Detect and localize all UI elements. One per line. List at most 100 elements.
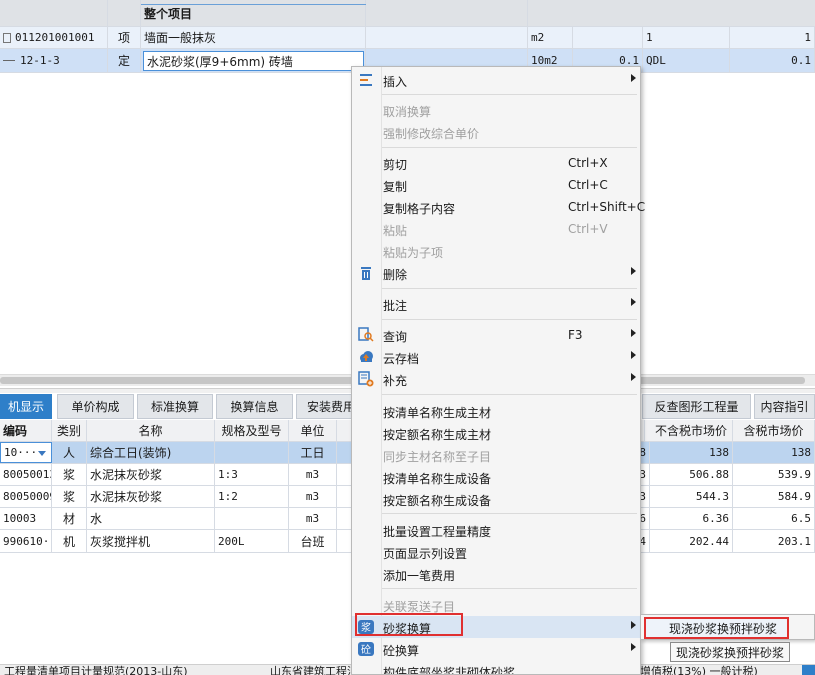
menu-label: 复制: [383, 180, 408, 194]
menu-item-copy[interactable]: 复制 Ctrl+C: [352, 174, 640, 196]
submenu-item-cast-to-ready-mix[interactable]: 现浇砂浆换预拌砂浆: [644, 617, 789, 639]
header-price-ex[interactable]: 不含税市场价: [650, 420, 733, 441]
menu-shortcut: Ctrl+C: [568, 178, 608, 192]
row1-code: 011201001001: [0, 27, 108, 48]
menu-item-gen-equip-by-list[interactable]: 按清单名称生成设备: [352, 466, 640, 488]
row2-last: 0.1: [730, 49, 815, 72]
bottom-row5-type: 机: [52, 530, 87, 552]
header-type[interactable]: 类别: [52, 420, 87, 441]
tab-reverse-check[interactable]: 反查图形工程量: [642, 394, 751, 419]
tab-content-guide[interactable]: 内容指引: [754, 394, 815, 419]
menu-item-force-modify-price[interactable]: 强制修改综合单价: [352, 121, 640, 143]
menu-item-page-columns[interactable]: 页面显示列设置: [352, 541, 640, 563]
supplement-icon: [358, 371, 374, 387]
tab-standard-conversion[interactable]: 标准换算: [137, 394, 213, 419]
menu-item-copy-cell[interactable]: 复制格子内容 Ctrl+Shift+C: [352, 196, 645, 218]
menu-label: 删除: [383, 268, 408, 282]
menu-item-paste[interactable]: 粘贴 Ctrl+V: [352, 218, 640, 240]
tab-label: 反查图形工程量: [654, 400, 739, 414]
status-indicator: [802, 665, 815, 675]
bottom-row4-unit: m3: [289, 508, 337, 529]
context-menu: 插入 取消换算 强制修改综合单价 剪切 Ctrl+X 复制 Ctrl+C 复制格子内…: [351, 66, 645, 675]
menu-item-cancel-conversion[interactable]: 取消换算: [352, 99, 640, 121]
tab-machine-display[interactable]: 机显示: [0, 394, 52, 419]
bottom-row1-spec: [215, 442, 289, 463]
menu-label: 按定额名称生成主材: [383, 428, 492, 442]
menu-item-insert[interactable]: 插入: [352, 69, 640, 91]
bottom-row5-spec: 200L: [215, 530, 289, 552]
bottom-row1-code-editor[interactable]: 10···: [0, 442, 52, 463]
menu-separator: [382, 147, 637, 148]
menu-item-cut[interactable]: 剪切 Ctrl+X: [352, 152, 640, 174]
row2-code-text: 12-1-3: [20, 54, 60, 67]
submenu-arrow-icon: [631, 74, 636, 82]
tab-label: 内容指引: [760, 400, 809, 414]
tab-conversion-info[interactable]: 换算信息: [216, 394, 293, 419]
menu-item-gen-equip-by-quota[interactable]: 按定额名称生成设备: [352, 488, 640, 510]
menu-label: 粘贴: [383, 224, 408, 238]
menu-item-supplement[interactable]: 补充: [352, 368, 640, 390]
bottom-row2-spec: 1:3: [215, 464, 289, 485]
cloud-upload-icon: [358, 349, 374, 365]
dropdown-arrow-icon[interactable]: [38, 451, 46, 456]
row1-type: 项: [108, 27, 141, 48]
header-code[interactable]: 编码: [0, 420, 52, 441]
bottom-row1-price-ex: 138: [650, 442, 733, 463]
tab-label: 标准换算: [150, 400, 199, 414]
bottom-row2-price-in: 539.9: [733, 464, 815, 485]
bottom-row5-name: 灰浆搅拌机: [87, 530, 215, 552]
table-row[interactable]: 011201001001 项 墙面一般抹灰 m2 1 1: [0, 27, 815, 49]
menu-item-concrete-conversion[interactable]: 砼 砼换算: [352, 638, 640, 660]
menu-label: 复制格子内容: [383, 202, 456, 216]
header-spec[interactable]: 规格及型号: [215, 420, 289, 441]
tab-unit-price[interactable]: 单价构成: [57, 394, 134, 419]
tab-label: 安装费用: [306, 400, 355, 414]
status-tax: 增值税(13%) 一般计税): [640, 665, 758, 675]
tooltip-text: 现浇砂浆换预拌砂浆: [675, 645, 784, 660]
menu-shortcut: Ctrl+Shift+C: [568, 200, 646, 214]
menu-item-sync-main-to-child[interactable]: 同步主材名称至子目: [352, 444, 640, 466]
menu-item-paste-as-child[interactable]: 粘贴为子项: [352, 240, 640, 262]
menu-label: 粘贴为子项: [383, 246, 444, 260]
row2-name-cell[interactable]: 水泥砂浆(厚9+6mm) 砖墙: [141, 49, 366, 72]
menu-shortcut: Ctrl+V: [568, 222, 608, 236]
bottom-row1-unit: 工日: [289, 442, 337, 463]
bottom-row2-name: 水泥抹灰砂浆: [87, 464, 215, 485]
bottom-row1-name: 综合工日(装饰): [87, 442, 215, 463]
menu-item-gen-main-by-list[interactable]: 按清单名称生成主材: [352, 400, 640, 422]
menu-item-cloud-save[interactable]: 云存档: [352, 346, 640, 368]
menu-item-batch-precision[interactable]: 批量设置工程量精度: [352, 519, 640, 541]
header-unit[interactable]: 单位: [289, 420, 337, 441]
bottom-row4-spec: [215, 508, 289, 529]
bottom-row4-code: 10003: [0, 508, 52, 529]
bottom-row5-price-in: 203.1: [733, 530, 815, 552]
trash-icon: [358, 265, 374, 281]
bottom-row5-unit: 台班: [289, 530, 337, 552]
bottom-row2-type: 浆: [52, 464, 87, 485]
bottom-row4-price-ex: 6.36: [650, 508, 733, 529]
row1-unit: m2: [528, 27, 573, 48]
menu-item-annotate[interactable]: 批注: [352, 293, 640, 315]
section-row[interactable]: 整个项目: [0, 0, 815, 27]
menu-label: 页面显示列设置: [383, 547, 468, 561]
menu-item-bottom-mortar[interactable]: 构件底部坐浆非砌体砂浆: [352, 660, 640, 674]
concrete-icon: 砼: [358, 641, 374, 657]
tab-label: 机显示: [7, 400, 44, 414]
menu-item-delete[interactable]: 删除: [352, 262, 640, 284]
menu-label: 批量设置工程量精度: [383, 525, 492, 539]
row2-type: 定: [108, 49, 141, 72]
expand-box-icon[interactable]: [3, 32, 11, 43]
menu-label: 批注: [383, 299, 408, 313]
row1-name: 墙面一般抹灰: [141, 27, 366, 48]
submenu-label: 现浇砂浆换预拌砂浆: [669, 621, 778, 636]
header-name[interactable]: 名称: [87, 420, 215, 441]
bottom-row4-type: 材: [52, 508, 87, 529]
bottom-row3-price-ex: 544.3: [650, 486, 733, 507]
menu-item-query[interactable]: 查询 F3: [352, 324, 640, 346]
menu-item-gen-main-by-quota[interactable]: 按定额名称生成主材: [352, 422, 640, 444]
menu-separator: [382, 288, 637, 289]
row2-name-editor[interactable]: 水泥砂浆(厚9+6mm) 砖墙: [143, 51, 364, 71]
menu-item-add-fee[interactable]: 添加一笔费用: [352, 563, 640, 585]
menu-label: 同步主材名称至子目: [383, 450, 492, 464]
header-price-in[interactable]: 含税市场价: [733, 420, 815, 441]
